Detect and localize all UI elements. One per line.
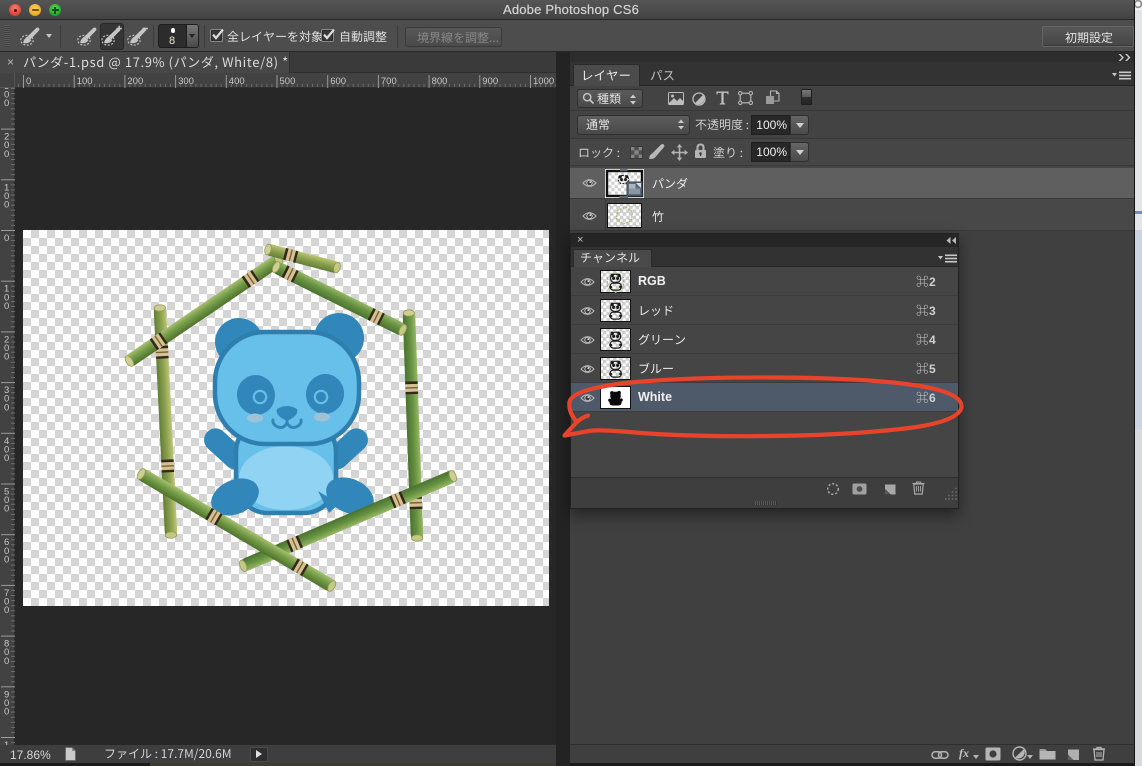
svg-text:0: 0: [4, 98, 9, 109]
svg-text:0: 0: [4, 707, 9, 718]
svg-text:0: 0: [4, 200, 9, 211]
svg-text:0: 0: [4, 149, 9, 160]
svg-text:0: 0: [4, 301, 9, 312]
svg-text:0: 0: [4, 656, 9, 667]
svg-text:0: 0: [4, 352, 9, 363]
svg-text:0: 0: [4, 554, 9, 565]
svg-text:0: 0: [4, 504, 9, 515]
svg-text:0: 0: [4, 605, 9, 616]
svg-text:0: 0: [4, 402, 9, 413]
svg-text:0: 0: [4, 233, 9, 244]
svg-text:0: 0: [4, 453, 9, 464]
